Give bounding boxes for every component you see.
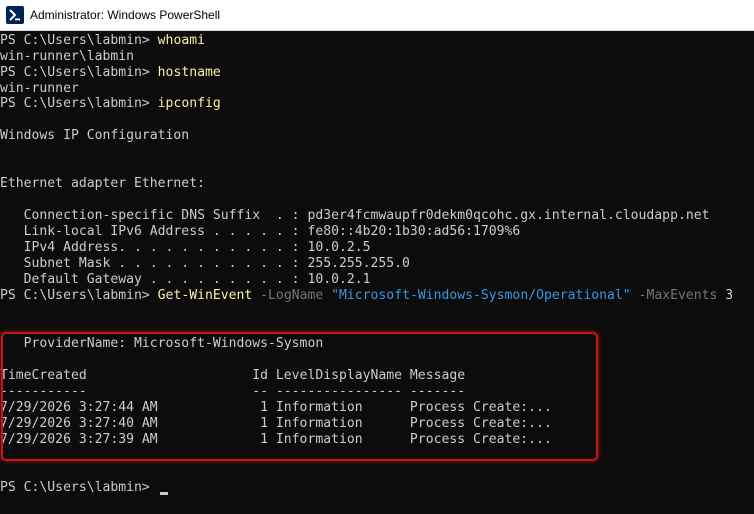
ipconfig-row: Subnet Mask . . . . . . . . . . . : 255.… — [0, 256, 410, 271]
highlight-annotation-box — [1, 332, 598, 461]
command-text: whoami — [157, 33, 205, 48]
console-line: win-runner\labmin — [0, 49, 135, 64]
command-text: hostname — [157, 65, 221, 80]
console-line: win-runner — [0, 81, 79, 96]
current-prompt-line[interactable]: PS C:\Users\labmin> — [0, 480, 158, 496]
prompt: PS C:\Users\labmin> — [0, 65, 158, 80]
prompt: PS C:\Users\labmin> — [0, 96, 158, 111]
prompt: PS C:\Users\labmin> — [0, 480, 158, 495]
prompt: PS C:\Users\labmin> — [0, 288, 158, 303]
text-cursor — [160, 492, 168, 495]
command-text: ipconfig — [157, 96, 221, 111]
console-line: Ethernet adapter Ethernet: — [0, 176, 205, 191]
console-line: PS C:\Users\labmin> hostname — [0, 65, 221, 81]
maxevents-value: 3 — [725, 288, 734, 303]
prompt: PS C:\Users\labmin> — [0, 33, 158, 48]
ipconfig-row: IPv4 Address. . . . . . . . . . . : 10.0… — [0, 240, 371, 255]
logname-value: "Microsoft-Windows-Sysmon/Operational" — [331, 288, 631, 303]
parameter-logname: -LogName — [252, 288, 332, 303]
powershell-icon — [6, 6, 24, 24]
ipconfig-row: Link-local IPv6 Address . . . . . : fe80… — [0, 224, 521, 239]
parameter-maxevents: -MaxEvents — [630, 288, 726, 303]
console-line: PS C:\Users\labmin> ipconfig — [0, 96, 221, 112]
command-text: Get-WinEvent — [157, 288, 253, 303]
console-line: PS C:\Users\labmin> whoami — [0, 33, 205, 49]
console-line: Windows IP Configuration — [0, 128, 190, 143]
ipconfig-row: Default Gateway . . . . . . . . . : 10.0… — [0, 272, 371, 287]
powershell-window: Administrator: Windows PowerShell PS C:\… — [0, 0, 754, 514]
window-title: Administrator: Windows PowerShell — [30, 8, 221, 22]
ipconfig-row: Connection-specific DNS Suffix . : pd3er… — [0, 208, 710, 223]
title-bar[interactable]: Administrator: Windows PowerShell — [0, 0, 754, 31]
console-line: PS C:\Users\labmin> Get-WinEvent -LogNam… — [0, 288, 733, 304]
